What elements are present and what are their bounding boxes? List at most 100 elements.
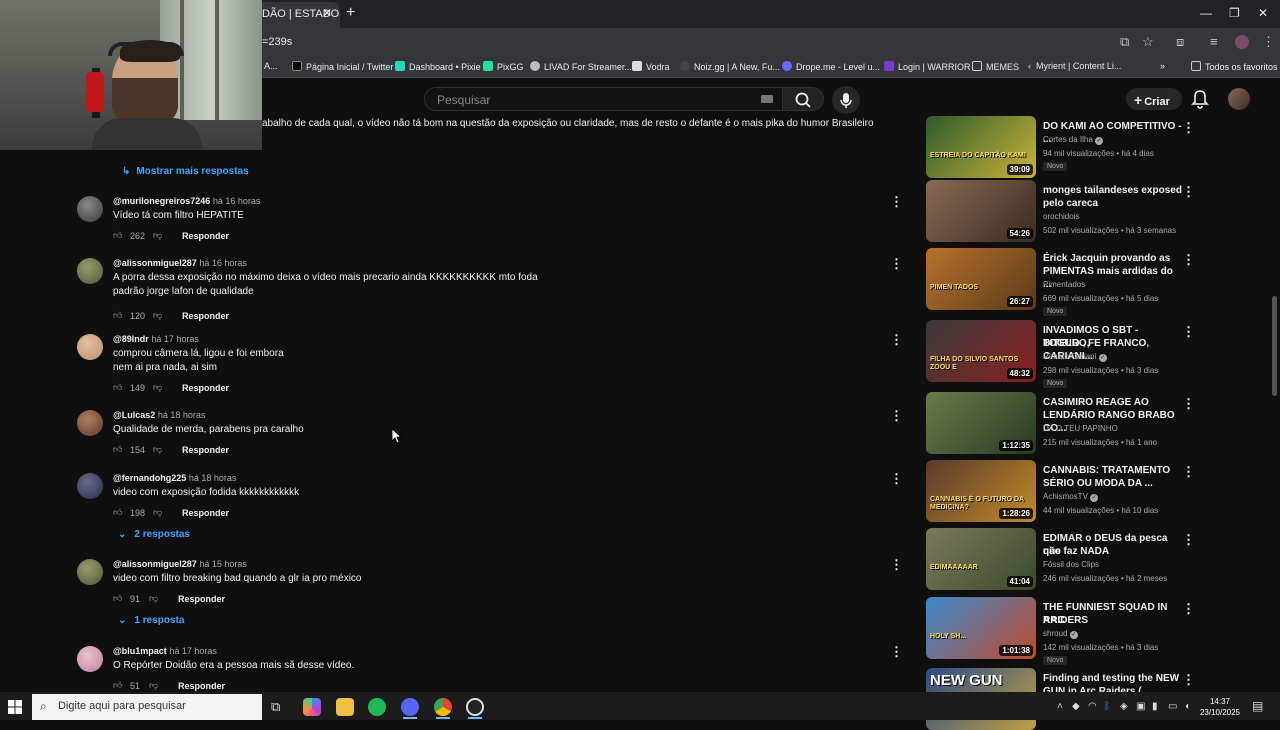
avatar[interactable] (77, 473, 103, 499)
bookmark-pixgg[interactable]: PixGG (483, 61, 524, 72)
avatar[interactable] (77, 196, 103, 222)
video-menu-icon[interactable]: ⋮ (1182, 252, 1195, 268)
comment-author[interactable]: @89lndr (113, 334, 149, 344)
reply-button[interactable]: Responder (182, 445, 229, 455)
spotify-icon[interactable] (368, 698, 386, 716)
volume-icon[interactable]: ◖ (1184, 701, 1190, 712)
avatar[interactable] (77, 258, 103, 284)
search-input[interactable]: Pesquisar (424, 87, 784, 111)
video-title[interactable]: monges tailandeses exposed (1043, 184, 1183, 197)
comment-author[interactable]: @alissonmiguel287 (113, 258, 197, 268)
tray-mic-icon[interactable]: ▮ (1152, 701, 1158, 712)
video-title[interactable]: Finding and testing the NEW (1043, 672, 1183, 685)
show-more-replies-button[interactable]: ↳ Mostrar mais respostas (122, 166, 249, 177)
video-menu-icon[interactable]: ⋮ (1182, 601, 1195, 617)
close-tab-icon[interactable]: ✕ (322, 6, 332, 20)
video-thumbnail[interactable]: CANNABIS É O FUTURO DA MEDICINA? 1:28:26 (926, 460, 1036, 522)
close-window-icon[interactable]: ✕ (1258, 6, 1268, 20)
avatar[interactable] (77, 646, 103, 672)
like-button[interactable]: 👍︎ (113, 444, 122, 455)
like-button[interactable]: 👍︎ (113, 382, 122, 393)
video-title[interactable]: pelo careca (1043, 197, 1183, 210)
avatar[interactable] (1228, 88, 1250, 110)
video-thumbnail[interactable]: ESTREIA DO CAPITÃO KAMI 39:09 (926, 116, 1036, 178)
video-title[interactable]: CASIMIRO REAGE AO (1043, 396, 1183, 409)
url-text[interactable]: =239s (262, 36, 292, 48)
like-button[interactable]: 👍︎ (113, 593, 122, 604)
dislike-button[interactable]: 👎︎ (153, 230, 162, 241)
voice-search-button[interactable] (832, 86, 860, 114)
comment-time[interactable]: há 16 horas (199, 258, 247, 268)
comment-menu-icon[interactable]: ⋮ (890, 256, 903, 272)
channel-name[interactable]: AchismosTV ✓ (1043, 492, 1099, 502)
scrollbar[interactable] (1271, 120, 1277, 690)
channel-name[interactable]: Pimentados (1043, 280, 1085, 289)
profile-icon[interactable] (1235, 35, 1249, 49)
more-bookmarks-icon[interactable]: » (1160, 61, 1165, 71)
avatar[interactable] (77, 410, 103, 436)
notification-center-icon[interactable]: ▤ (1252, 699, 1263, 713)
notifications-bell-icon[interactable] (1190, 88, 1210, 110)
bookmark-pixie[interactable]: Dashboard • Pixie (395, 61, 481, 72)
comment-author[interactable]: @Lulcas2 (113, 410, 155, 420)
video-title[interactable]: RAIDERS (1043, 614, 1183, 627)
scrollbar-thumb[interactable] (1272, 296, 1277, 396)
reply-button[interactable]: Responder (178, 681, 225, 691)
extensions-icon[interactable]: ⧈ (1176, 34, 1184, 50)
bookmark-vodra[interactable]: Vodra (632, 61, 670, 72)
video-title[interactable]: Érick Jacquin provando as (1043, 252, 1183, 265)
new-tab-button[interactable]: + (346, 4, 355, 22)
install-app-icon[interactable]: ⧉ (1120, 34, 1129, 50)
video-menu-icon[interactable]: ⋮ (1182, 184, 1195, 200)
comment-menu-icon[interactable]: ⋮ (890, 557, 903, 573)
bookmark-memes-folder[interactable]: MEMES (972, 61, 1019, 72)
channel-name[interactable]: Fóssil dos Clips (1043, 560, 1099, 569)
bookmark-warrior[interactable]: Login | WARRIOR (884, 61, 971, 72)
comment-time[interactable]: há 17 horas (169, 646, 217, 656)
video-thumbnail[interactable]: 54:26 (926, 180, 1036, 242)
channel-name[interactable]: orochidois (1043, 212, 1079, 221)
taskbar-clock[interactable]: 14:37 23/10/2025 (1198, 696, 1242, 718)
comment-author[interactable]: @alissonmiguel287 (113, 559, 197, 569)
dislike-button[interactable]: 👎︎ (153, 382, 162, 393)
video-title[interactable]: SÉRIO OU MODA DA ... (1043, 477, 1183, 490)
video-thumbnail[interactable]: HOLY SH... 1:01:38 (926, 597, 1036, 659)
video-title[interactable]: não faz NADA (1043, 545, 1183, 558)
channel-name[interactable]: Cortes da Ilha ✓ (1043, 135, 1104, 145)
comment-author[interactable]: @fernandohg225 (113, 473, 186, 483)
avatar[interactable] (77, 559, 103, 585)
like-button[interactable]: 👍︎ (113, 230, 122, 241)
bookmark-star-icon[interactable]: ☆ (1142, 34, 1154, 50)
bookmark-drope[interactable]: Drope.me - Level u... (782, 61, 880, 72)
view-replies-button[interactable]: ⌄ 2 respostas (118, 529, 190, 540)
file-explorer-icon[interactable] (336, 698, 354, 716)
dislike-button[interactable]: 👎︎ (153, 507, 162, 518)
bookmark-truncated[interactable]: A... (264, 61, 278, 71)
bluetooth-icon[interactable]: ᛒ (1104, 701, 1110, 712)
menu-dots-icon[interactable]: ⋮ (1262, 34, 1275, 50)
bookmark-livad[interactable]: LIVAD For Streamer... (530, 61, 632, 72)
restore-icon[interactable]: ❐ (1229, 6, 1240, 20)
video-menu-icon[interactable]: ⋮ (1182, 120, 1195, 136)
channel-name[interactable]: Renato Cariani ✓ (1043, 352, 1107, 362)
tray-app-icon[interactable]: ◈ (1120, 701, 1128, 712)
reply-button[interactable]: Responder (178, 594, 225, 604)
chrome-icon[interactable] (434, 698, 452, 716)
all-favorites[interactable]: Todos os favoritos (1191, 61, 1278, 72)
bookmark-myrient[interactable]: ‹ Myrient | Content Li... (1028, 61, 1121, 71)
minimize-icon[interactable]: — (1200, 6, 1212, 20)
comment-time[interactable]: há 17 horas (151, 334, 199, 344)
video-thumbnail[interactable]: FILHA DO SILVIO SANTOS ZOOU E 48:32 (926, 320, 1036, 382)
video-thumbnail[interactable]: 1:12:35 (926, 392, 1036, 454)
comment-menu-icon[interactable]: ⋮ (890, 332, 903, 348)
taskbar-search-input[interactable]: Digite aqui para pesquisar (32, 694, 262, 720)
copilot-icon[interactable] (303, 698, 321, 716)
tray-headset-icon[interactable]: ◠ (1088, 701, 1097, 712)
comment-time[interactable]: há 18 horas (158, 410, 206, 420)
tray-app-icon[interactable]: ◆ (1072, 701, 1080, 712)
comment-time[interactable]: há 16 horas (213, 196, 261, 206)
discord-icon[interactable] (401, 698, 419, 716)
tray-chevron-icon[interactable]: ˄ (1057, 701, 1063, 712)
video-menu-icon[interactable]: ⋮ (1182, 672, 1195, 688)
like-button[interactable]: 👍︎ (113, 310, 122, 321)
